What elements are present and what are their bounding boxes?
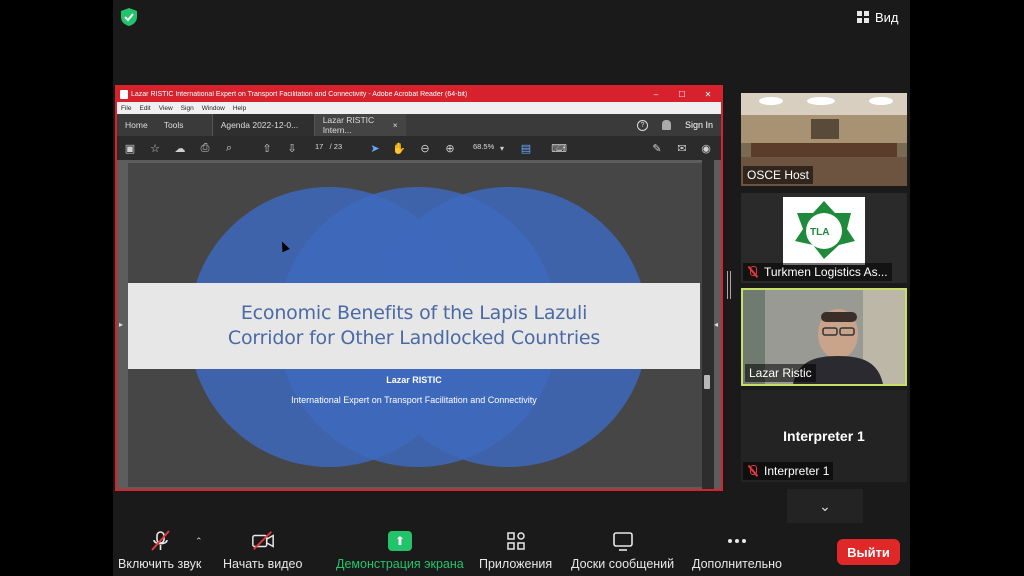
participants-scroll-down-button[interactable]: ⌄	[787, 489, 863, 523]
view-button[interactable]: Вид	[857, 6, 899, 28]
edit-pen-icon[interactable]: ✎	[650, 141, 664, 155]
pdf-vertical-scrollbar[interactable]	[702, 160, 714, 489]
mic-muted-icon	[747, 465, 759, 477]
tab-close-icon[interactable]: ×	[393, 120, 398, 130]
tla-logo: TLA	[783, 197, 865, 265]
zoom-dropdown-icon[interactable]: ▾	[495, 141, 509, 155]
start-video-button[interactable]: Начать видео	[223, 530, 302, 571]
notification-bell-icon[interactable]	[661, 120, 671, 130]
more-button[interactable]: Дополнительно	[692, 530, 782, 571]
search-icon[interactable]: ⌕	[222, 141, 236, 155]
participant-tile-lazar-ristic[interactable]: Lazar Ristic	[741, 288, 907, 386]
page-fit-icon[interactable]: ▤	[519, 141, 533, 155]
acrobat-title-bar: Lazar RISTIC International Expert on Tra…	[117, 87, 721, 102]
account-icon[interactable]: ◉	[699, 141, 713, 155]
menu-sign[interactable]: Sign	[181, 105, 194, 112]
pdf-viewport: ▸ Economic Benefits of the Lapis Lazuli …	[117, 160, 721, 489]
tab-tools[interactable]: Tools	[156, 114, 212, 136]
acrobat-tab-bar: Home Tools Agenda 2022-12-0... Lazar RIS…	[117, 114, 721, 136]
leave-meeting-button[interactable]: Выйти	[837, 539, 900, 565]
more-dots-icon	[725, 530, 749, 552]
mic-off-icon	[148, 530, 172, 552]
participant-name: Lazar Ristic	[745, 364, 816, 382]
video-off-icon	[251, 530, 275, 552]
menu-view[interactable]: View	[159, 105, 173, 112]
menu-help[interactable]: Help	[233, 105, 246, 112]
acrobat-toolbar: ▣ ☆ ☁ ⎙ ⌕ ⇧ ⇩ 17 / 23 ➤ ✋ ⊖ ⊕ 68.5% ▾ ▤ …	[117, 136, 721, 160]
unmute-button[interactable]: Включить звук	[118, 530, 201, 571]
slide-presenter-name: Lazar RISTIC	[386, 375, 442, 385]
page-up-icon[interactable]: ⇧	[260, 141, 274, 155]
comment-tool-icon[interactable]: ⌨	[551, 141, 567, 155]
bookmark-star-icon[interactable]: ☆	[148, 141, 162, 155]
security-shield-icon[interactable]	[121, 8, 137, 26]
page-indicator[interactable]: 17 / 23	[315, 142, 342, 151]
whiteboard-icon	[611, 530, 635, 552]
page-down-icon[interactable]: ⇩	[285, 141, 299, 155]
apps-button[interactable]: Приложения	[479, 530, 552, 571]
pdf-slide-page: Economic Benefits of the Lapis Lazuli Co…	[128, 163, 711, 487]
slide-title-banner: Economic Benefits of the Lapis Lazuli Co…	[128, 283, 700, 369]
share-screen-button[interactable]: ⬆ Демонстрация экрана	[336, 530, 464, 571]
zoom-out-icon[interactable]: ⊖	[418, 141, 432, 155]
sign-in-link[interactable]: Sign In	[685, 120, 713, 130]
participant-name: Turkmen Logistics As...	[743, 263, 892, 281]
participant-name: OSCE Host	[743, 166, 814, 184]
share-screen-arrow-icon: ⬆	[387, 531, 412, 551]
slide-title-line-1: Economic Benefits of the Lapis Lazuli	[240, 302, 588, 324]
participant-display-name: Interpreter 1	[783, 428, 865, 444]
view-button-label: Вид	[875, 9, 899, 25]
chevron-down-icon: ⌄	[819, 497, 831, 514]
print-icon[interactable]: ⎙	[198, 141, 212, 155]
participant-tile-osce-host[interactable]: OSCE Host	[741, 93, 907, 186]
menu-window[interactable]: Window	[202, 105, 225, 112]
left-panel-toggle-icon[interactable]: ▸	[119, 320, 123, 329]
hand-tool-icon[interactable]: ✋	[392, 141, 406, 155]
menu-file[interactable]: File	[121, 105, 131, 112]
select-cursor-icon[interactable]: ➤	[368, 141, 382, 155]
participant-tile-turkmen-logistics[interactable]: TLA Turkmen Logistics As...	[741, 193, 907, 283]
pdf-scroll-thumb[interactable]	[704, 375, 710, 389]
upload-cloud-icon[interactable]: ☁	[173, 141, 187, 155]
tab-agenda-document[interactable]: Agenda 2022-12-0...	[211, 114, 314, 136]
participant-tile-interpreter-1[interactable]: Interpreter 1 Interpreter 1	[741, 390, 907, 482]
svg-text:TLA: TLA	[810, 227, 829, 238]
right-panel-toggle-icon[interactable]: ◂	[714, 320, 718, 329]
grid-view-icon	[857, 11, 869, 23]
acrobat-menu-bar: File Edit View Sign Window Help	[117, 102, 721, 114]
acrobat-window-title: Lazar RISTIC International Expert on Tra…	[131, 91, 468, 98]
participant-name: Interpreter 1	[743, 462, 834, 480]
help-icon[interactable]: ?	[636, 119, 648, 131]
minimize-button[interactable]: –	[643, 90, 669, 99]
zoom-level[interactable]: 68.5%	[473, 142, 494, 151]
tab-lazar-document[interactable]: Lazar RISTIC Intern... ×	[313, 114, 406, 136]
whiteboards-button[interactable]: Доски сообщений	[571, 530, 674, 571]
slide-title-line-2: Corridor for Other Landlocked Countries	[227, 327, 601, 349]
pdf-file-icon	[120, 90, 128, 99]
panel-resize-handle[interactable]	[727, 271, 731, 299]
close-button[interactable]: ✕	[695, 90, 721, 99]
tab-home[interactable]: Home	[117, 114, 156, 136]
menu-edit[interactable]: Edit	[139, 105, 150, 112]
zoom-meeting-window: Вид Lazar RISTIC International Expert on…	[0, 0, 1024, 576]
zoom-in-icon[interactable]: ⊕	[443, 141, 457, 155]
save-icon[interactable]: ▣	[123, 141, 137, 155]
audio-options-chevron-icon[interactable]: ⌃	[195, 536, 203, 547]
maximize-button[interactable]: ☐	[669, 90, 695, 99]
meeting-toolbar: Включить звук ⌃ Начать видео ⬆ Демонстра…	[113, 522, 910, 576]
apps-icon	[504, 530, 528, 552]
slide-presenter-role: International Expert on Transport Facili…	[291, 395, 537, 405]
shared-screen-acrobat-window: Lazar RISTIC International Expert on Tra…	[115, 85, 723, 491]
mail-icon[interactable]: ✉	[675, 141, 689, 155]
mic-muted-icon	[747, 266, 759, 278]
